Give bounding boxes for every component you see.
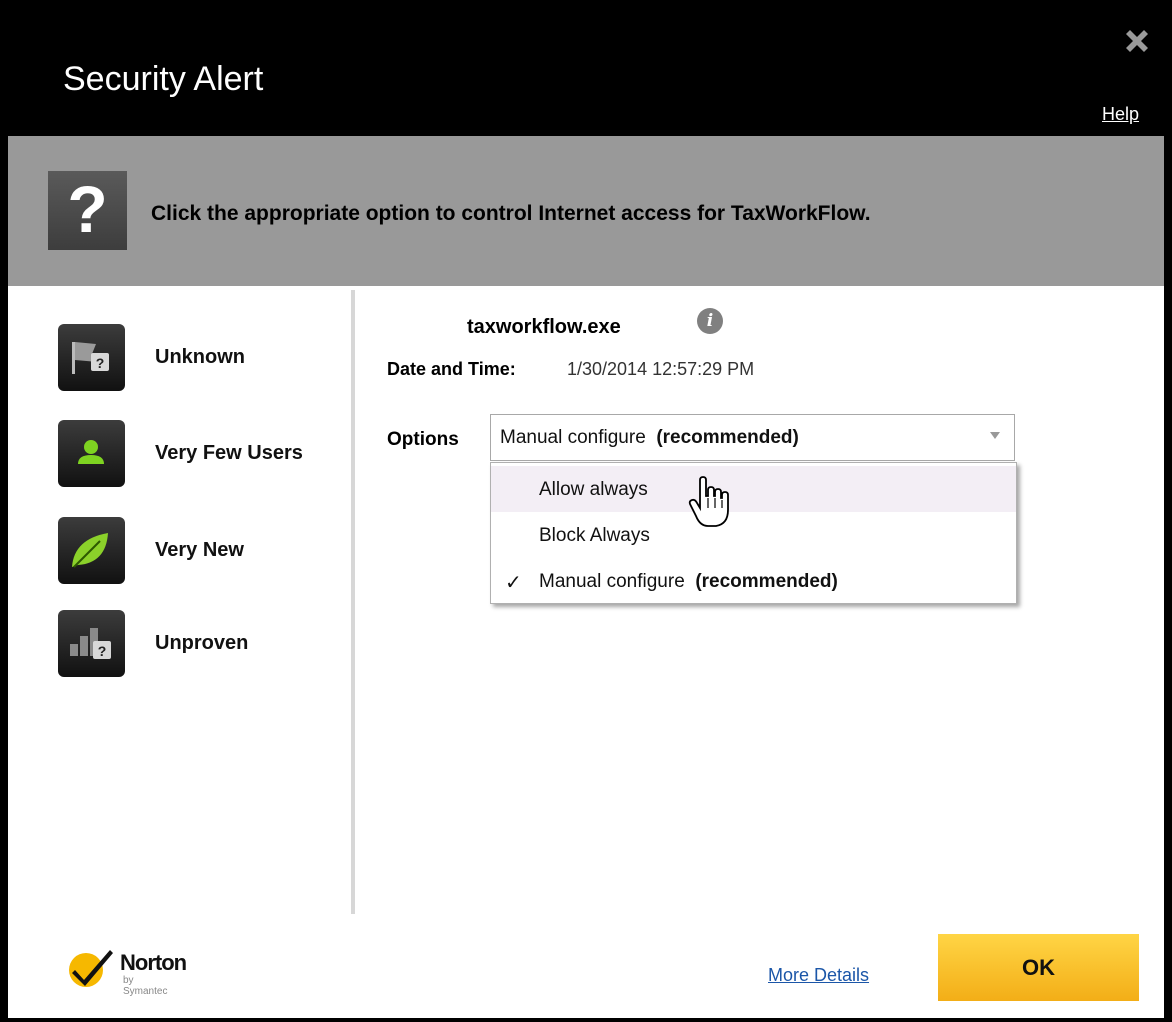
option-manual-configure[interactable]: ✓ Manual configure (recommended) [491, 558, 1016, 604]
more-details-link[interactable]: More Details [768, 965, 869, 986]
svg-text:?: ? [96, 355, 105, 371]
info-icon[interactable]: i [697, 308, 723, 334]
sidebar-item-label: Very New [155, 539, 244, 561]
file-name: taxworkflow.exe [467, 316, 621, 338]
title-bar: Security Alert Help [0, 0, 1172, 136]
banner-message: Click the appropriate option to control … [151, 202, 871, 225]
checkmark-icon: ✓ [505, 572, 522, 594]
window-border-left [0, 0, 8, 1022]
option-block-always[interactable]: Block Always [491, 512, 1016, 558]
option-allow-always[interactable]: Allow always [491, 466, 1016, 512]
norton-brand: Norton [120, 950, 187, 975]
user-icon [58, 420, 125, 487]
sidebar-divider [351, 290, 355, 914]
sidebar-item-very-new: Very New [58, 517, 388, 587]
chevron-down-icon[interactable] [990, 432, 1000, 439]
svg-text:?: ? [98, 643, 107, 659]
reputation-sidebar: ? Unknown Very Few Users Very New ? Unpr… [8, 286, 353, 914]
ok-button[interactable]: OK [938, 934, 1139, 1001]
options-dropdown-list: Allow always Block Always ✓ Manual confi… [490, 462, 1017, 604]
leaf-icon [58, 517, 125, 584]
sidebar-item-very-few-users: Very Few Users [58, 420, 388, 490]
select-value: Manual configure (recommended) [500, 427, 799, 448]
sidebar-item-unknown: ? Unknown [58, 324, 388, 394]
norton-check-icon [69, 950, 113, 987]
sidebar-item-label: Unproven [155, 632, 249, 654]
alert-banner: ? Click the appropriate option to contro… [8, 136, 1164, 286]
date-time-value: 1/30/2014 12:57:29 PM [567, 359, 755, 379]
window-border-right [1164, 0, 1172, 1022]
window-title: Security Alert [63, 60, 264, 98]
security-alert-window: Security Alert Help ? Click the appropri… [0, 0, 1172, 1022]
flag-question-icon: ? [58, 324, 125, 391]
norton-subbrand: by Symantec [123, 975, 168, 997]
window-border-bottom [0, 1018, 1172, 1022]
options-label: Options [387, 429, 459, 450]
sidebar-item-label: Unknown [155, 346, 245, 368]
hand-cursor-icon [688, 476, 729, 527]
options-select[interactable]: Manual configure (recommended) [490, 414, 1015, 461]
date-time-label: Date and Time: [387, 359, 516, 379]
help-link[interactable]: Help [1102, 104, 1139, 125]
question-icon: ? [48, 171, 127, 250]
sidebar-item-label: Very Few Users [155, 442, 303, 464]
sidebar-item-unproven: ? Unproven [58, 610, 388, 680]
bars-question-icon: ? [58, 610, 125, 677]
close-icon[interactable] [1122, 26, 1152, 56]
